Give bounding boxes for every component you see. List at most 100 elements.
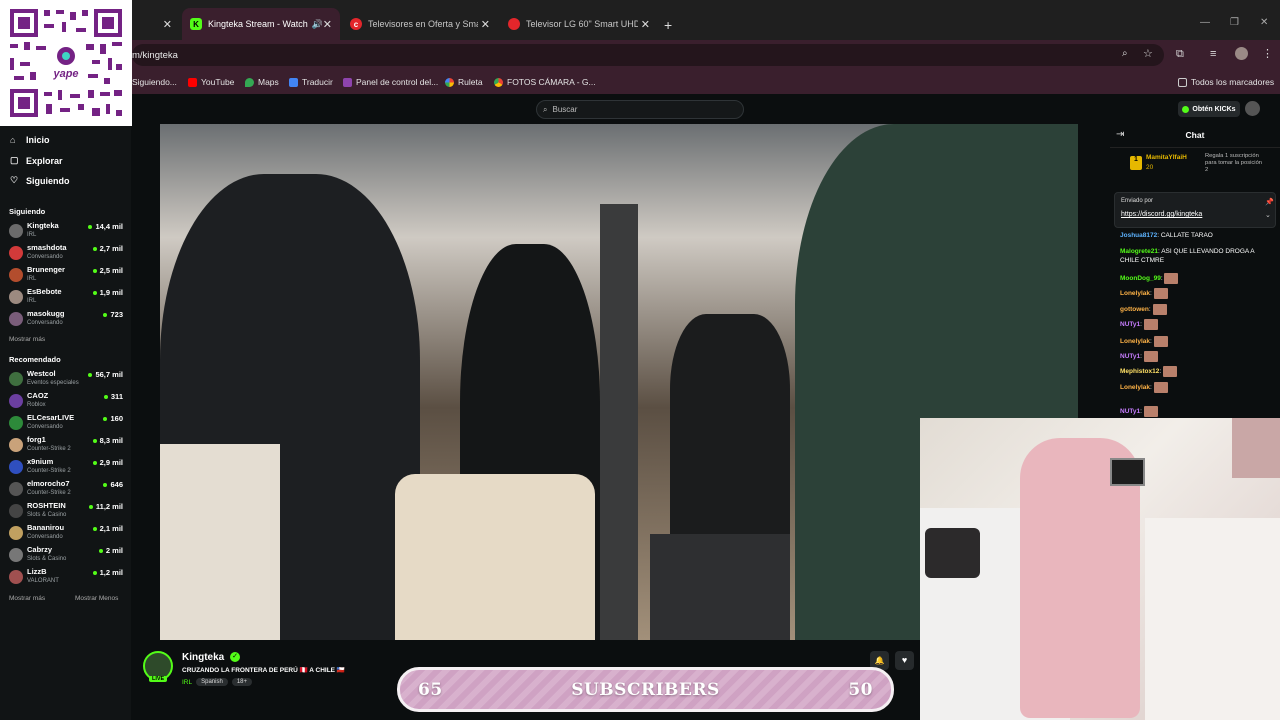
channel-viewers: 2,1 mil bbox=[93, 524, 123, 533]
tab-title: Televisores en Oferta y Smart T… bbox=[368, 19, 478, 29]
age-tag[interactable]: 18+ bbox=[231, 678, 252, 686]
emote-icon bbox=[1164, 273, 1179, 284]
channel-name: ELCesarLIVE bbox=[27, 413, 75, 422]
language-tag[interactable]: Spanish bbox=[196, 678, 228, 686]
speaker-icon[interactable]: 🔊 bbox=[312, 19, 323, 30]
chat-username[interactable]: gottowen bbox=[1120, 306, 1149, 313]
close-tab-icon[interactable]: ✕ bbox=[163, 18, 172, 31]
channel-item[interactable]: smashdota Conversando 2,7 mil bbox=[9, 242, 123, 264]
chat-username[interactable]: NUTy1 bbox=[1120, 321, 1140, 328]
bookmark-ruleta[interactable]: Ruleta bbox=[445, 70, 483, 94]
show-less-recommended[interactable]: Mostrar Menos bbox=[75, 595, 118, 602]
channel-item[interactable]: elmorocho7 Counter-Strike 2 646 bbox=[9, 478, 123, 500]
bookmark-star-icon[interactable]: ☆ bbox=[1143, 47, 1153, 60]
bookmark-youtube[interactable]: YouTube bbox=[188, 70, 234, 94]
video-figure bbox=[160, 444, 280, 640]
channel-item[interactable]: CAOZ Roblox 311 bbox=[9, 390, 123, 412]
browser-tab-partial[interactable]: ✕ bbox=[132, 8, 180, 40]
chat-username[interactable]: MoonDog_99 bbox=[1120, 275, 1161, 282]
media-control-icon[interactable]: ≡ bbox=[1210, 48, 1216, 60]
bookmark-siguiendo[interactable]: Siguiendo... bbox=[132, 70, 177, 94]
webcam-overlay bbox=[920, 418, 1280, 720]
gift-prompt[interactable]: Regala 1 suscripción para tomar la posic… bbox=[1205, 153, 1265, 174]
bookmark-maps[interactable]: Maps bbox=[245, 70, 279, 94]
close-tab-icon[interactable]: ✕ bbox=[481, 18, 490, 31]
nav-label: Inicio bbox=[26, 135, 50, 145]
category-link[interactable]: IRL bbox=[182, 679, 192, 686]
store-favicon-icon bbox=[508, 18, 520, 30]
omnibox[interactable]: m/kingteka ⌕ ☆ bbox=[132, 44, 1164, 66]
show-more-recommended[interactable]: Mostrar más bbox=[9, 595, 45, 602]
chat-message: Lonelylak: bbox=[1120, 288, 1272, 299]
channel-item[interactable]: masokugg Conversando 723 bbox=[9, 308, 123, 330]
bookmark-fotos[interactable]: FOTOS CÁMARA - G... bbox=[494, 70, 596, 94]
bookmark-label: Traducir bbox=[302, 77, 333, 87]
chat-message: Malogrete21: ASI QUE LLEVANDO DROGA A CH… bbox=[1120, 247, 1272, 265]
subs-left-count: 65 bbox=[418, 679, 443, 700]
channel-item[interactable]: Brunenger IRL 2,5 mil bbox=[9, 264, 123, 286]
browser-tab-kingteka[interactable]: K Kingteka Stream - Watch L… 🔊 ✕ bbox=[182, 8, 340, 40]
user-avatar[interactable] bbox=[1245, 101, 1260, 116]
emote-icon bbox=[1152, 304, 1167, 315]
zoom-icon[interactable]: ⌕ bbox=[1122, 48, 1128, 59]
show-more-following[interactable]: Mostrar más bbox=[9, 336, 45, 343]
chat-username[interactable]: Malogrete21 bbox=[1120, 248, 1158, 255]
channel-avatar bbox=[9, 416, 23, 430]
get-kicks-button[interactable]: Obtén KICKs bbox=[1178, 101, 1240, 117]
profile-avatar[interactable] bbox=[1235, 47, 1248, 60]
channel-viewers: 160 bbox=[103, 414, 123, 423]
chat-username[interactable]: Lonelylak bbox=[1120, 338, 1150, 345]
channel-item[interactable]: LizzB VALORANT 1,2 mil bbox=[9, 566, 123, 588]
streamer-name[interactable]: Kingteka bbox=[182, 652, 224, 663]
chat-username[interactable]: NUTy1 bbox=[1120, 353, 1140, 360]
chat-username[interactable]: NUTy1 bbox=[1120, 408, 1140, 415]
chevron-down-icon[interactable]: ⌄ bbox=[1265, 211, 1271, 219]
channel-avatar bbox=[9, 504, 23, 518]
channel-item[interactable]: Kingteka IRL 14,4 mil bbox=[9, 220, 123, 242]
chat-username[interactable]: Mephistox12 bbox=[1120, 368, 1159, 375]
search-input[interactable]: ⌕ Buscar bbox=[536, 100, 744, 119]
channel-viewers: 2,5 mil bbox=[93, 266, 123, 275]
restore-icon[interactable]: ❐ bbox=[1230, 17, 1239, 28]
follow-heart-icon[interactable]: ♥ bbox=[895, 651, 914, 670]
browser-tab-televisor-lg[interactable]: Televisor LG 60" Smart UHD 4K… ✕ bbox=[500, 8, 658, 40]
extensions-icon[interactable]: ⧉ bbox=[1176, 48, 1184, 61]
channel-item[interactable]: Cabrzy Slots & Casino 2 mil bbox=[9, 544, 123, 566]
channel-name: Cabrzy bbox=[27, 545, 53, 554]
nav-explorar[interactable]: ▢ Explorar bbox=[10, 155, 63, 166]
all-bookmarks[interactable]: Todos los marcadores bbox=[1178, 70, 1274, 94]
browser-menu-icon[interactable]: ⋮ bbox=[1262, 47, 1273, 60]
chat-username[interactable]: Lonelylak bbox=[1120, 290, 1150, 297]
pinned-link[interactable]: https://discord.gg/kingteka bbox=[1121, 211, 1202, 218]
channel-item[interactable]: EsBebote IRL 1,9 mil bbox=[9, 286, 123, 308]
channel-avatar bbox=[9, 312, 23, 326]
bookmark-panel[interactable]: Panel de control del... bbox=[343, 70, 438, 94]
channel-item[interactable]: ROSHTEIN Slots & Casino 11,2 mil bbox=[9, 500, 123, 522]
new-tab-icon[interactable]: + bbox=[664, 17, 672, 33]
browser-tab-televisores[interactable]: c Televisores en Oferta y Smart T… ✕ bbox=[342, 8, 498, 40]
close-tab-icon[interactable]: ✕ bbox=[641, 18, 650, 31]
cam-desk bbox=[1145, 518, 1280, 720]
channel-name: smashdota bbox=[27, 243, 67, 252]
channel-item[interactable]: forg1 Counter-Strike 2 8,3 mil bbox=[9, 434, 123, 456]
nav-inicio[interactable]: ⌂ Inicio bbox=[10, 135, 50, 145]
pin-icon[interactable]: 📌 bbox=[1265, 198, 1274, 206]
pinned-message[interactable]: Enviado por 📌 https://discord.gg/kingtek… bbox=[1114, 192, 1276, 228]
close-tab-icon[interactable]: ✕ bbox=[323, 18, 332, 31]
tab-title: Televisor LG 60" Smart UHD 4K… bbox=[526, 19, 638, 29]
chat-username[interactable]: Joshua8172 bbox=[1120, 232, 1157, 239]
chat-username[interactable]: Lonelylak bbox=[1120, 384, 1150, 391]
channel-item[interactable]: Westcol Eventos especiales 56,7 mil bbox=[9, 368, 123, 390]
channel-item[interactable]: Bananirou Conversando 2,1 mil bbox=[9, 522, 123, 544]
nav-siguiendo[interactable]: ♡ Siguiendo bbox=[10, 175, 70, 186]
minimize-icon[interactable]: — bbox=[1200, 17, 1210, 28]
bookmark-traducir[interactable]: Traducir bbox=[289, 70, 333, 94]
emote-icon bbox=[1153, 382, 1168, 393]
channel-category: IRL bbox=[27, 298, 37, 304]
channel-item[interactable]: ELCesarLIVE Conversando 160 bbox=[9, 412, 123, 434]
close-window-icon[interactable]: ✕ bbox=[1260, 17, 1268, 28]
channel-item[interactable]: x9nium Counter-Strike 2 2,9 mil bbox=[9, 456, 123, 478]
channel-avatar bbox=[9, 438, 23, 452]
channel-avatar bbox=[9, 482, 23, 496]
bookmark-label: Todos los marcadores bbox=[1191, 77, 1275, 87]
